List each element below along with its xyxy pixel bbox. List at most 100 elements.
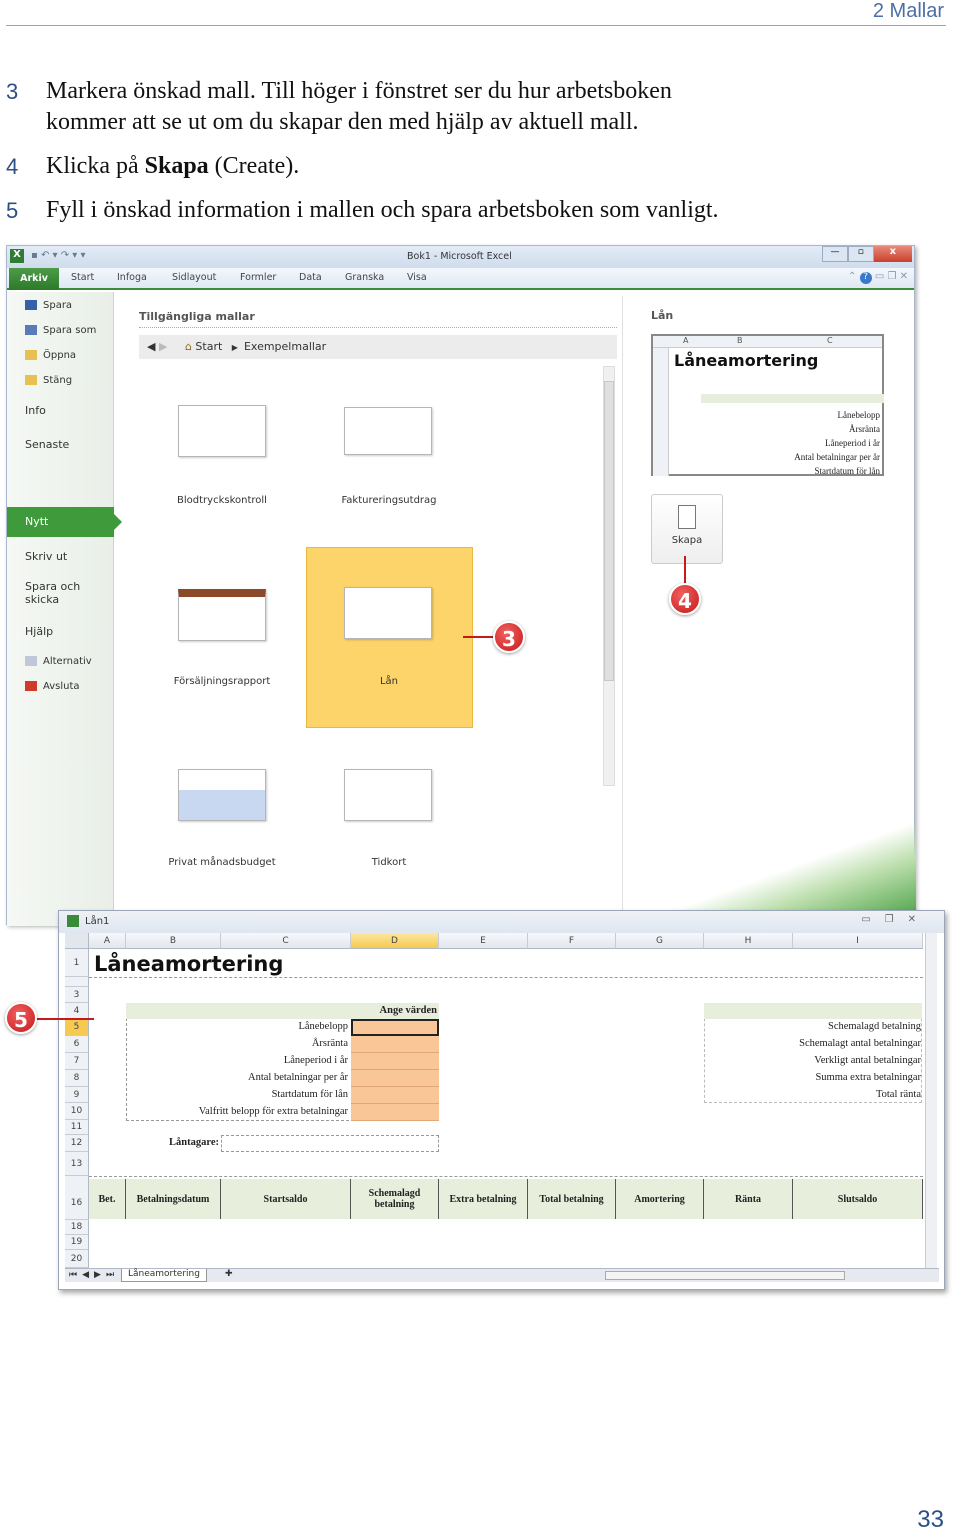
- page-number: 33: [917, 1506, 944, 1533]
- tab-granska[interactable]: Granska: [345, 272, 384, 283]
- minimize-icon[interactable]: —: [822, 246, 848, 262]
- table-header-cell: Startsaldo: [221, 1179, 351, 1219]
- open-folder-icon: [25, 350, 37, 360]
- vertical-scrollbar[interactable]: [925, 933, 937, 1268]
- close-icon[interactable]: x: [873, 246, 912, 262]
- template-thumbnail[interactable]: [178, 769, 266, 821]
- column-header[interactable]: G: [616, 933, 704, 949]
- minimize-icon[interactable]: ▭: [875, 271, 884, 282]
- column-header[interactable]: B: [126, 933, 221, 949]
- scrollbar[interactable]: [603, 366, 615, 786]
- column-header[interactable]: I: [793, 933, 923, 949]
- sidebar-item-oppna[interactable]: Öppna: [25, 350, 76, 361]
- back-icon[interactable]: ◀: [147, 340, 155, 353]
- preview-label: Låneperiod i år: [825, 438, 880, 448]
- workbook-controls[interactable]: ▭❐✕: [861, 914, 930, 925]
- breadcrumb-current[interactable]: Exempelmallar: [244, 340, 326, 353]
- step-text: Klicka på: [46, 153, 145, 179]
- create-button[interactable]: Skapa: [651, 494, 723, 564]
- row-header[interactable]: 20: [65, 1250, 89, 1268]
- step-bold: Skapa: [144, 153, 209, 179]
- row-header[interactable]: 16: [65, 1176, 89, 1220]
- borrower-input[interactable]: [221, 1135, 439, 1152]
- sidebar-item-spara-som[interactable]: Spara som: [25, 325, 96, 336]
- template-label[interactable]: Försäljningsrapport: [137, 676, 307, 687]
- sidebar-item-spara-och-skicka[interactable]: Spara och skicka: [25, 580, 95, 606]
- column-header[interactable]: D: [351, 933, 439, 949]
- sidebar-item-nytt[interactable]: Nytt: [7, 507, 122, 537]
- tab-infoga[interactable]: Infoga: [117, 272, 147, 283]
- row-header[interactable]: 5: [65, 1019, 89, 1036]
- tab-data[interactable]: Data: [299, 272, 322, 283]
- quick-access-icons[interactable]: ▪ ↶ ▾ ↷ ▾ ▾: [31, 250, 86, 261]
- forward-icon[interactable]: ▶: [159, 340, 167, 353]
- sidebar-item-senaste[interactable]: Senaste: [25, 438, 69, 451]
- tab-start[interactable]: Start: [71, 272, 94, 283]
- sidebar-item-info[interactable]: Info: [25, 404, 46, 417]
- template-label[interactable]: Tidkort: [304, 857, 474, 868]
- callout-3: 3: [493, 621, 525, 653]
- row-header[interactable]: 12: [65, 1135, 89, 1152]
- preview-label: Startdatum för lån: [814, 466, 880, 476]
- tab-sidlayout[interactable]: Sidlayout: [172, 272, 216, 283]
- breadcrumb-start[interactable]: Start: [195, 340, 222, 353]
- row-header[interactable]: 13: [65, 1152, 89, 1176]
- sidebar-item-avsluta[interactable]: Avsluta: [25, 681, 80, 692]
- chevron-right-icon: ▶: [231, 343, 238, 352]
- column-header[interactable]: A: [89, 933, 126, 949]
- sheet-nav-arrows[interactable]: ⏮◀▶⏭: [69, 1270, 119, 1280]
- input-cell[interactable]: [351, 1070, 439, 1087]
- tab-arkiv[interactable]: Arkiv: [9, 268, 59, 290]
- row-header[interactable]: 11: [65, 1120, 89, 1135]
- select-all-corner[interactable]: [65, 933, 89, 949]
- template-thumbnail[interactable]: [344, 769, 432, 821]
- row-header[interactable]: 9: [65, 1087, 89, 1103]
- restore-icon[interactable]: ❐: [887, 271, 896, 282]
- template-thumbnail[interactable]: [178, 405, 266, 457]
- step-text: (Create).: [208, 153, 300, 179]
- column-header[interactable]: C: [221, 933, 351, 949]
- template-label[interactable]: Faktureringsutdrag: [304, 495, 474, 506]
- sidebar-item-spara[interactable]: Spara: [25, 300, 72, 311]
- row-header[interactable]: 10: [65, 1103, 89, 1120]
- maximize-icon[interactable]: ▫: [847, 246, 874, 262]
- input-cell[interactable]: [351, 1087, 439, 1104]
- tab-visa[interactable]: Visa: [407, 272, 427, 283]
- input-cell[interactable]: [351, 1036, 439, 1053]
- template-label[interactable]: Lån: [304, 676, 474, 687]
- row-header[interactable]: [65, 977, 89, 987]
- input-cell[interactable]: [351, 1104, 439, 1121]
- sidebar-item-hjalp[interactable]: Hjälp: [25, 625, 53, 638]
- column-header[interactable]: F: [528, 933, 616, 949]
- template-thumbnail[interactable]: [344, 407, 432, 455]
- help-icon[interactable]: ?: [859, 272, 872, 284]
- new-sheet-icon[interactable]: ✚: [225, 1269, 233, 1279]
- collapse-ribbon-icon[interactable]: ⌃: [848, 271, 856, 282]
- chapter-header: 2 Mallar: [872, 0, 944, 22]
- close-icon[interactable]: ✕: [900, 271, 908, 282]
- home-icon[interactable]: ⌂: [185, 340, 192, 353]
- column-header[interactable]: E: [439, 933, 528, 949]
- sidebar-item-skriv-ut[interactable]: Skriv ut: [25, 550, 67, 563]
- template-thumbnail[interactable]: [344, 587, 432, 639]
- row-header[interactable]: 3: [65, 987, 89, 1003]
- horizontal-scrollbar[interactable]: [605, 1271, 845, 1280]
- scrollbar-thumb[interactable]: [604, 381, 614, 681]
- row-header[interactable]: 19: [65, 1235, 89, 1250]
- tab-formler[interactable]: Formler: [240, 272, 276, 283]
- input-cell[interactable]: [351, 1053, 439, 1070]
- input-cell[interactable]: [351, 1019, 439, 1036]
- column-header[interactable]: H: [704, 933, 793, 949]
- sheet-tab[interactable]: Låneamortering: [121, 1269, 207, 1282]
- row-header[interactable]: 4: [65, 1003, 89, 1019]
- row-header[interactable]: 1: [65, 949, 89, 977]
- row-header[interactable]: 7: [65, 1053, 89, 1070]
- template-label[interactable]: Blodtryckskontroll: [137, 495, 307, 506]
- row-header[interactable]: 18: [65, 1220, 89, 1235]
- row-header[interactable]: 6: [65, 1036, 89, 1053]
- template-thumbnail[interactable]: [178, 589, 266, 641]
- template-label[interactable]: Privat månadsbudget: [137, 857, 307, 868]
- row-header[interactable]: 8: [65, 1070, 89, 1087]
- sidebar-item-stang[interactable]: Stäng: [25, 375, 72, 386]
- sidebar-item-alternativ[interactable]: Alternativ: [25, 656, 92, 667]
